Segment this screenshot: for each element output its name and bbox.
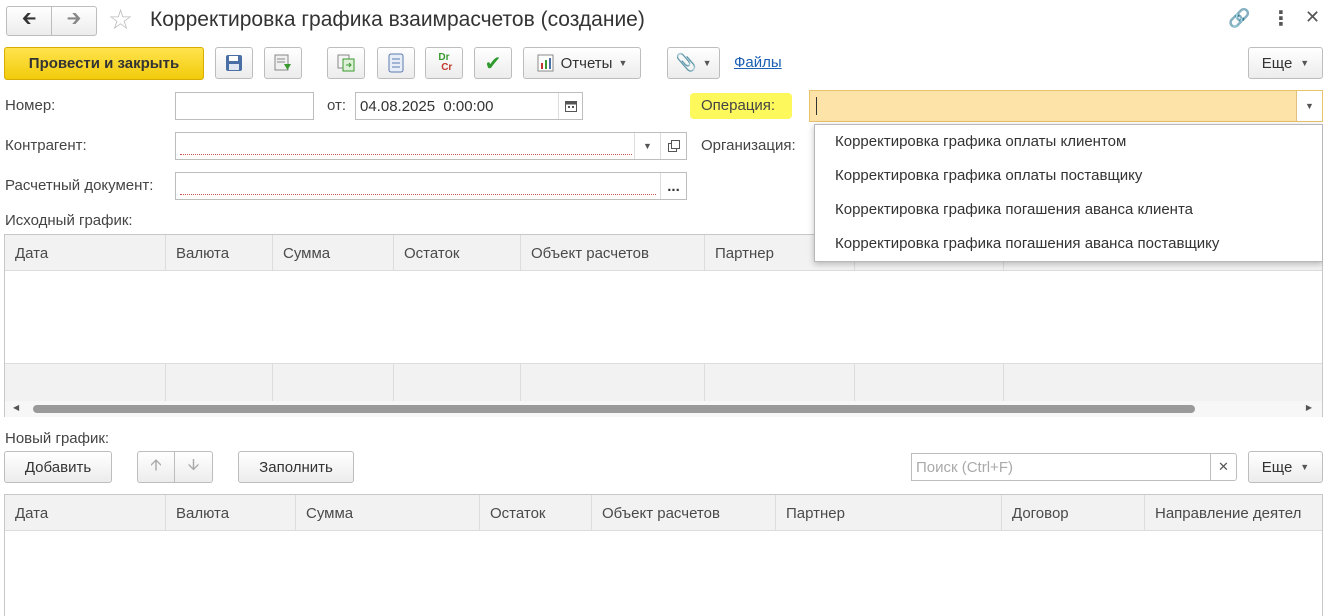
report-icon	[537, 54, 554, 72]
post-and-close-button[interactable]: Провести и закрыть	[4, 47, 204, 80]
settlement-document-label: Расчетный документ:	[5, 177, 154, 194]
post-document-icon	[274, 54, 291, 71]
attachment-button[interactable]: 📎 ▼	[667, 47, 720, 79]
close-icon: ✕	[1218, 459, 1229, 474]
column-settlement-object[interactable]: Объект расчетов	[521, 235, 705, 271]
clear-search-button[interactable]: ✕	[1210, 453, 1237, 481]
new-schedule-title: Новый график:	[5, 430, 110, 447]
arrow-down-icon: 🡫	[187, 456, 200, 474]
table-header: Дата Валюта Сумма Остаток Объект расчето…	[5, 495, 1322, 531]
counterparty-field[interactable]: ▼	[175, 132, 687, 160]
column-settlement-object[interactable]: Объект расчетов	[592, 495, 776, 531]
save-button[interactable]	[215, 47, 253, 79]
forward-button[interactable]: 🡲	[51, 6, 97, 36]
from-label: от:	[327, 97, 347, 114]
new-schedule-table[interactable]: Дата Валюта Сумма Остаток Объект расчето…	[4, 494, 1323, 616]
column-contract[interactable]: Договор	[1002, 495, 1145, 531]
scrollbar-thumb[interactable]	[33, 405, 1195, 413]
link-icon[interactable]: 🔗	[1228, 8, 1250, 29]
paperclip-icon: 📎	[675, 53, 697, 72]
settlement-document-field[interactable]: ...	[175, 172, 687, 200]
column-date[interactable]: Дата	[5, 235, 166, 271]
open-icon[interactable]	[660, 133, 686, 159]
favorite-star-icon[interactable]: ☆	[108, 4, 133, 36]
floppy-disk-icon	[226, 55, 242, 71]
fill-button[interactable]: Заполнить	[238, 451, 354, 483]
debit-credit-button[interactable]: Dr Cr	[425, 47, 463, 79]
operation-option-client-advance[interactable]: Корректировка графика погашения аванса к…	[835, 201, 1193, 218]
window-title: Корректировка графика взаимрасчетов (соз…	[150, 8, 645, 31]
create-based-on-button[interactable]	[327, 47, 365, 79]
operation-label: Операция:	[701, 97, 776, 114]
select-ellipsis-button[interactable]: ...	[660, 173, 686, 199]
scroll-left-icon[interactable]: ◀	[13, 403, 19, 412]
arrow-left-icon: 🡰	[21, 8, 37, 28]
chevron-down-icon: ▼	[618, 58, 628, 68]
calendar-icon[interactable]	[558, 93, 582, 119]
column-currency[interactable]: Валюта	[166, 495, 296, 531]
column-amount[interactable]: Сумма	[296, 495, 480, 531]
scroll-right-icon[interactable]: ▶	[1306, 403, 1312, 412]
chevron-down-icon[interactable]: ▼	[1296, 91, 1322, 121]
operation-option-supplier-payment[interactable]: Корректировка графика оплаты поставщику	[835, 167, 1142, 184]
text-cursor	[816, 97, 817, 115]
more-button[interactable]: Еще ▼	[1248, 47, 1323, 79]
post-button[interactable]	[264, 47, 302, 79]
column-balance[interactable]: Остаток	[394, 235, 521, 271]
number-field[interactable]	[175, 92, 314, 120]
list-button[interactable]	[377, 47, 415, 79]
number-label: Номер:	[5, 97, 56, 114]
chevron-down-icon: ▼	[1300, 58, 1310, 68]
horizontal-scrollbar[interactable]: ◀ ▶	[5, 401, 1322, 417]
check-button[interactable]: ✔	[474, 47, 512, 79]
list-icon	[388, 53, 404, 73]
new-schedule-more-button[interactable]: Еще ▼	[1248, 451, 1323, 483]
column-date[interactable]: Дата	[5, 495, 166, 531]
copy-document-icon	[337, 54, 355, 72]
search-input[interactable]: Поиск (Ctrl+F)	[911, 453, 1211, 481]
column-partner[interactable]: Партнер	[776, 495, 1002, 531]
files-link[interactable]: Файлы	[734, 54, 782, 71]
reports-button[interactable]: Отчеты ▼	[523, 47, 641, 79]
chevron-down-icon: ▼	[1300, 462, 1310, 472]
counterparty-label: Контрагент:	[5, 137, 87, 154]
original-schedule-title: Исходный график:	[5, 212, 133, 229]
operation-option-supplier-advance[interactable]: Корректировка графика погашения аванса п…	[835, 235, 1219, 252]
chevron-down-icon[interactable]: ▼	[634, 133, 660, 159]
chevron-down-icon: ▼	[702, 58, 712, 68]
move-up-button[interactable]: 🡩	[137, 451, 175, 483]
dr-cr-icon: Dr Cr	[435, 52, 453, 73]
arrow-up-icon: 🡩	[150, 456, 162, 474]
operation-select[interactable]: ▼	[809, 90, 1323, 122]
close-icon[interactable]: ✕	[1305, 7, 1320, 28]
arrow-right-icon: 🡲	[66, 8, 82, 28]
move-down-button[interactable]: 🡫	[174, 451, 213, 483]
column-activity-direction[interactable]: Направление деятел	[1145, 495, 1322, 531]
underline-required	[180, 154, 632, 155]
operation-option-client-payment[interactable]: Корректировка графика оплаты клиентом	[835, 133, 1126, 150]
organization-label: Организация:	[701, 137, 796, 154]
column-balance[interactable]: Остаток	[480, 495, 592, 531]
operation-dropdown-list: Корректировка графика оплаты клиентом Ко…	[814, 124, 1323, 262]
add-button[interactable]: Добавить	[4, 451, 112, 483]
table-footer	[5, 363, 1322, 402]
column-currency[interactable]: Валюта	[166, 235, 273, 271]
checkmark-icon: ✔	[484, 52, 502, 75]
underline-required	[180, 194, 656, 195]
back-button[interactable]: 🡰	[6, 6, 52, 36]
column-amount[interactable]: Сумма	[273, 235, 394, 271]
date-field[interactable]: 04.08.2025 0:00:00	[355, 92, 583, 120]
more-vertical-icon[interactable]: ⋮	[1271, 6, 1291, 31]
